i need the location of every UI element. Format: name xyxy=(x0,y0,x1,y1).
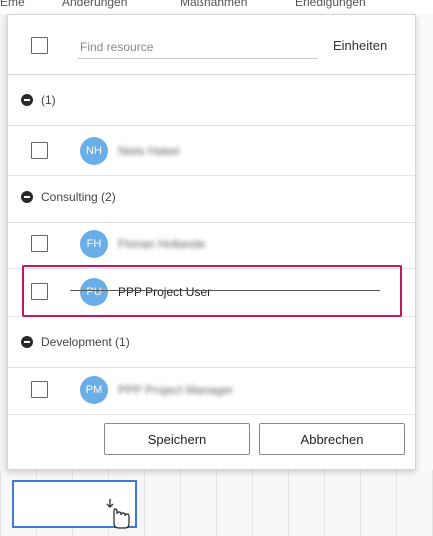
background-tab: Maßnahmen xyxy=(180,0,248,9)
resource-name: PPP Project Manager xyxy=(118,383,234,397)
search-row: Einheiten xyxy=(8,15,415,75)
background-tab: Eme xyxy=(0,0,25,9)
resource-name: Niels Habel xyxy=(118,144,180,158)
units-column-header: Einheiten xyxy=(333,38,388,53)
group-header[interactable]: Development (1) xyxy=(8,318,415,368)
group-header[interactable]: (1) xyxy=(8,76,415,126)
group-label: Development (1) xyxy=(41,335,130,349)
group-header[interactable]: Consulting (2) xyxy=(8,173,415,223)
avatar: NH xyxy=(80,137,108,165)
collapse-icon[interactable] xyxy=(21,191,33,203)
avatar: PU xyxy=(80,278,108,306)
resource-row[interactable]: NH Niels Habel xyxy=(8,126,415,176)
resource-name: PPP Project User xyxy=(118,285,212,299)
collapse-icon[interactable] xyxy=(21,336,33,348)
background-tab: Erledigungen xyxy=(295,0,366,9)
resource-checkbox[interactable] xyxy=(31,283,48,300)
drag-indicator-line xyxy=(70,290,380,291)
cancel-button[interactable]: Abbrechen xyxy=(259,423,405,455)
resource-row[interactable]: PM PPP Project Manager xyxy=(8,365,415,415)
resource-row-highlighted[interactable]: PU PPP Project User xyxy=(8,267,415,317)
group-label: (1) xyxy=(41,93,56,107)
hand-cursor-icon xyxy=(106,499,130,529)
background-tabs: Eme Anderungen Maßnahmen Erledigungen xyxy=(0,0,433,14)
save-button[interactable]: Speichern xyxy=(104,423,250,455)
group-label: Consulting (2) xyxy=(41,190,116,204)
select-all-checkbox[interactable] xyxy=(31,37,48,54)
resource-checkbox[interactable] xyxy=(31,381,48,398)
avatar: PM xyxy=(80,376,108,404)
background-tab: Anderungen xyxy=(62,0,128,9)
resource-row[interactable]: FH Florian Hollande xyxy=(8,219,415,269)
resource-checkbox[interactable] xyxy=(31,235,48,252)
avatar: FH xyxy=(80,230,108,258)
resource-name: Florian Hollande xyxy=(118,237,206,251)
collapse-icon[interactable] xyxy=(21,94,33,106)
resource-checkbox[interactable] xyxy=(31,142,48,159)
search-input[interactable] xyxy=(78,35,318,59)
background-panel xyxy=(416,14,433,470)
resource-picker-dialog: Einheiten (1) NH Niels Habel Consulting … xyxy=(7,14,416,470)
